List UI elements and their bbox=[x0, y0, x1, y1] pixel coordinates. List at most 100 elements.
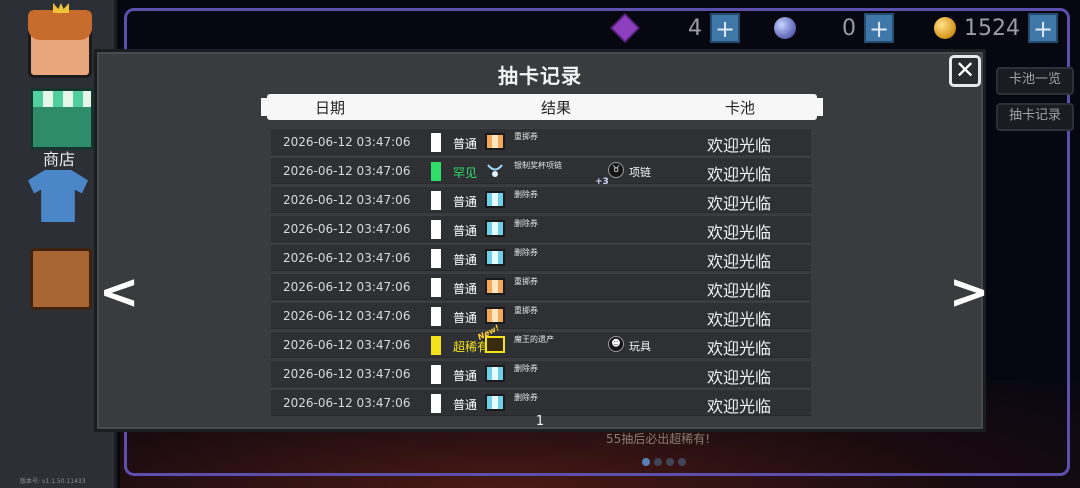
shirt-icon[interactable] bbox=[28, 170, 88, 222]
prev-page-button[interactable]: < bbox=[99, 268, 139, 318]
row-date: 2026-06-12 03:47:06 bbox=[283, 135, 411, 149]
row-pool: 欢迎光临 bbox=[707, 281, 772, 300]
coin-icon bbox=[934, 17, 956, 39]
rarity-bar bbox=[431, 307, 441, 326]
orb-count: 0 bbox=[842, 15, 856, 41]
reroll-ticket-icon bbox=[485, 307, 505, 324]
table-header: 日期 结果 卡池 bbox=[261, 94, 823, 120]
currency-coin: 1524 + bbox=[934, 12, 1058, 44]
table-row: 2026-06-12 03:47:06 超稀有 魔王的遗产 New! ☻ 玩具 欢迎光临 bbox=[271, 323, 811, 358]
shop-icon[interactable] bbox=[30, 88, 94, 150]
category-label: 玩具 bbox=[629, 340, 651, 353]
table-row: 2026-06-12 03:47:06 普通 重掷券 欢迎光临 bbox=[271, 302, 811, 329]
rarity-bar bbox=[431, 133, 441, 152]
rarity-label: 超稀有 bbox=[453, 340, 490, 354]
row-date: 2026-06-12 03:47:06 bbox=[283, 367, 411, 381]
page-dot bbox=[678, 458, 686, 466]
rarity-bar bbox=[431, 336, 441, 355]
close-button[interactable]: ✕ bbox=[949, 55, 981, 87]
orb-icon bbox=[774, 17, 796, 39]
chevron-left-icon: < bbox=[99, 264, 140, 320]
row-date: 2026-06-12 03:47:06 bbox=[283, 251, 411, 265]
column-result: 结果 bbox=[541, 99, 572, 117]
table-row: 2026-06-12 03:47:06 普通 重掷券 欢迎光临 bbox=[271, 128, 811, 155]
draw-history-button[interactable]: 抽卡记录 bbox=[996, 103, 1074, 131]
row-pool: 欢迎光临 bbox=[707, 368, 772, 387]
chevron-right-icon: > bbox=[949, 264, 990, 320]
row-date: 2026-06-12 03:47:06 bbox=[283, 193, 411, 207]
shop-label: 商店 bbox=[42, 150, 75, 169]
reroll-ticket-icon bbox=[485, 133, 505, 150]
column-pool: 卡池 bbox=[725, 99, 756, 117]
reroll-ticket-icon bbox=[485, 278, 505, 295]
item-name: 银制奖杯项链 bbox=[514, 161, 562, 170]
rarity-bar bbox=[431, 162, 441, 181]
add-orb-button[interactable]: + bbox=[864, 13, 894, 43]
table-row: 2026-06-12 03:47:06 普通 删除券 欢迎光临 bbox=[271, 186, 811, 213]
row-date: 2026-06-12 03:47:06 bbox=[283, 396, 411, 410]
currency-gem: 4 + bbox=[610, 12, 740, 44]
rarity-label: 普通 bbox=[453, 398, 478, 412]
add-gem-button[interactable]: + bbox=[710, 13, 740, 43]
coin-count: 1524 bbox=[964, 15, 1020, 41]
delete-ticket-icon bbox=[485, 394, 505, 411]
delete-ticket-icon bbox=[485, 365, 505, 382]
category-icon: ☻ bbox=[608, 336, 624, 352]
row-date: 2026-06-12 03:47:06 bbox=[283, 309, 411, 323]
category-label: 项链 bbox=[629, 166, 651, 179]
dialog-title: 抽卡记录 bbox=[498, 64, 582, 88]
page-dot bbox=[654, 458, 662, 466]
rarity-label: 普通 bbox=[453, 282, 478, 296]
rarity-label: 罕见 bbox=[453, 166, 478, 180]
pool-list-button[interactable]: 卡池一览 bbox=[996, 67, 1074, 95]
gem-icon bbox=[610, 13, 640, 43]
avatar[interactable] bbox=[28, 10, 92, 78]
table-row: 2026-06-12 03:47:06 普通 重掷券 欢迎光临 bbox=[271, 273, 811, 300]
table-row: 2026-06-12 03:47:06 普通 删除券 欢迎光临 bbox=[271, 244, 811, 271]
row-date: 2026-06-12 03:47:06 bbox=[283, 338, 411, 352]
row-pool: 欢迎光临 bbox=[707, 136, 772, 155]
currency-orb: 0 + bbox=[774, 12, 894, 44]
item-name: 删除券 bbox=[514, 393, 538, 402]
table-row: 2026-06-12 03:47:06 普通 删除券 欢迎光临 bbox=[271, 215, 811, 242]
table-row: 2026-06-12 03:47:06 普通 删除券 欢迎光临 bbox=[271, 389, 811, 416]
next-page-button[interactable]: > bbox=[949, 268, 989, 318]
history-list: 2026-06-12 03:47:06 普通 重掷券 欢迎光临 2026-06-12 0… bbox=[271, 128, 811, 418]
rarity-label: 普通 bbox=[453, 195, 478, 209]
page-indicator bbox=[642, 458, 686, 466]
pity-hint: 55抽后必出超稀有! bbox=[606, 432, 711, 446]
row-date: 2026-06-12 03:47:06 bbox=[283, 164, 411, 178]
delete-ticket-icon bbox=[485, 249, 505, 266]
add-coin-button[interactable]: + bbox=[1028, 13, 1058, 43]
gem-count: 4 bbox=[688, 15, 702, 41]
rarity-label: 普通 bbox=[453, 311, 478, 325]
row-pool: 欢迎光临 bbox=[707, 252, 772, 271]
item-name: 魔王的遗产 bbox=[514, 335, 554, 344]
delete-ticket-icon bbox=[485, 191, 505, 208]
page-number: 1 bbox=[535, 414, 545, 429]
rarity-bar bbox=[431, 394, 441, 413]
rarity-bar bbox=[431, 249, 441, 268]
row-pool: 欢迎光临 bbox=[707, 339, 772, 358]
backpack-icon[interactable] bbox=[30, 248, 92, 310]
item-name: 删除券 bbox=[514, 190, 538, 199]
item-name: 删除券 bbox=[514, 248, 538, 257]
row-pool: 欢迎光临 bbox=[707, 223, 772, 242]
rarity-bar bbox=[431, 278, 441, 297]
table-row: 2026-06-12 03:47:06 罕见 银制奖杯项链 ♉ 项链 +3 欢迎光临 bbox=[271, 157, 811, 187]
version-label: 版本号: v1.1.50.11433 bbox=[20, 478, 86, 485]
item-name: 重掷券 bbox=[514, 132, 538, 141]
item-name: 重掷券 bbox=[514, 277, 538, 286]
item-name: 删除券 bbox=[514, 219, 538, 228]
item-name: 删除券 bbox=[514, 364, 538, 373]
row-date: 2026-06-12 03:47:06 bbox=[283, 222, 411, 236]
draw-history-dialog: 抽卡记录 ✕ < > 日期 结果 卡池 2026-06-12 03:47:06 普… bbox=[94, 49, 989, 432]
row-date: 2026-06-12 03:47:06 bbox=[283, 280, 411, 294]
necklace-icon bbox=[485, 162, 505, 179]
rarity-bar bbox=[431, 191, 441, 210]
item-name: 重掷券 bbox=[514, 306, 538, 315]
row-pool: 欢迎光临 bbox=[707, 310, 772, 329]
rarity-label: 普通 bbox=[453, 137, 478, 151]
page-dot-active bbox=[642, 458, 650, 466]
treasure-chest-icon bbox=[485, 336, 505, 353]
